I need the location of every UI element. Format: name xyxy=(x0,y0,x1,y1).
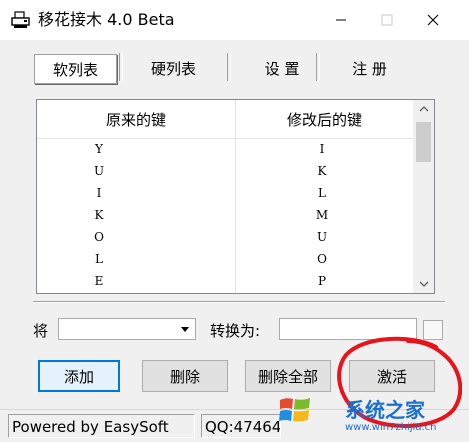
modified-key-cell: L xyxy=(318,186,326,200)
table-row[interactable]: K M xyxy=(37,204,413,226)
original-key-cell: L xyxy=(95,252,103,266)
from-key-label: 将 xyxy=(33,322,49,340)
modified-key-cell: O xyxy=(317,252,327,266)
original-key-cell: I xyxy=(96,186,102,200)
close-button[interactable] xyxy=(410,0,456,40)
maximize-button[interactable] xyxy=(364,0,410,40)
tab-separator xyxy=(227,53,231,81)
scroll-down-button[interactable] xyxy=(413,275,434,293)
original-key-cell: O xyxy=(94,230,104,244)
modified-key-cell: M xyxy=(315,208,329,222)
key-mapping-list[interactable]: 原来的键 修改后的键 Y I U K I L K M O U L O E P xyxy=(36,99,435,294)
scrollbar-thumb[interactable] xyxy=(416,122,431,162)
list-header: 原来的键 修改后的键 xyxy=(37,100,413,139)
tab-hard-list[interactable]: 硬列表 xyxy=(126,54,221,82)
tab-bar: 软列表 硬列表 设 置 注 册 xyxy=(14,47,455,92)
tab-separator xyxy=(119,53,123,81)
from-key-combobox[interactable] xyxy=(58,318,196,340)
original-key-cell: E xyxy=(94,274,104,288)
table-row[interactable]: U K xyxy=(37,160,413,182)
table-row[interactable]: E P xyxy=(37,270,413,292)
vertical-scrollbar[interactable] xyxy=(413,100,434,293)
minimize-icon xyxy=(336,19,346,21)
status-powered-by: Powered by EasySoft xyxy=(8,414,195,438)
window-title: 移花接木 4.0 Beta xyxy=(38,10,175,29)
column-header-modified-key[interactable]: 修改后的键 xyxy=(236,100,413,138)
printer-icon xyxy=(11,11,30,28)
site-watermark: 系统之家 www.win7zhijia.cn xyxy=(275,388,469,441)
modified-key-cell: U xyxy=(316,230,328,244)
windows-logo-icon xyxy=(279,398,310,422)
close-icon xyxy=(427,14,439,26)
table-row[interactable]: I L xyxy=(37,182,413,204)
table-row[interactable]: L O xyxy=(37,248,413,270)
scroll-up-button[interactable] xyxy=(413,100,434,118)
modified-key-cell: K xyxy=(317,164,327,178)
original-key-cell: K xyxy=(94,208,104,222)
table-row[interactable]: Y I xyxy=(37,138,413,160)
to-key-label: 转换为: xyxy=(210,322,261,340)
modified-key-cell: P xyxy=(317,274,327,288)
delete-button[interactable]: 删除 xyxy=(142,360,228,392)
tab-register[interactable]: 注 册 xyxy=(322,54,417,82)
tab-separator xyxy=(316,53,320,81)
chevron-up-icon xyxy=(419,106,428,112)
original-key-cell: Y xyxy=(95,142,103,156)
status-qq: QQ:47464 xyxy=(201,414,281,438)
add-button[interactable]: 添加 xyxy=(38,360,120,392)
title-bar[interactable]: 移花接木 4.0 Beta xyxy=(0,0,469,40)
dropdown-arrow-icon xyxy=(181,327,189,332)
watermark-brand: 系统之家 xyxy=(345,398,425,422)
original-key-cell: U xyxy=(93,164,105,178)
watermark-url: www.win7zhijia.cn xyxy=(345,422,437,433)
modified-key-cell: I xyxy=(319,142,325,156)
minimize-button[interactable] xyxy=(318,0,364,40)
maximize-icon xyxy=(381,14,393,26)
column-header-original-key[interactable]: 原来的键 xyxy=(37,100,235,138)
tab-soft-list[interactable]: 软列表 xyxy=(34,54,117,84)
divider xyxy=(33,301,445,303)
table-row[interactable]: O U xyxy=(37,226,413,248)
chevron-down-icon xyxy=(419,281,428,287)
